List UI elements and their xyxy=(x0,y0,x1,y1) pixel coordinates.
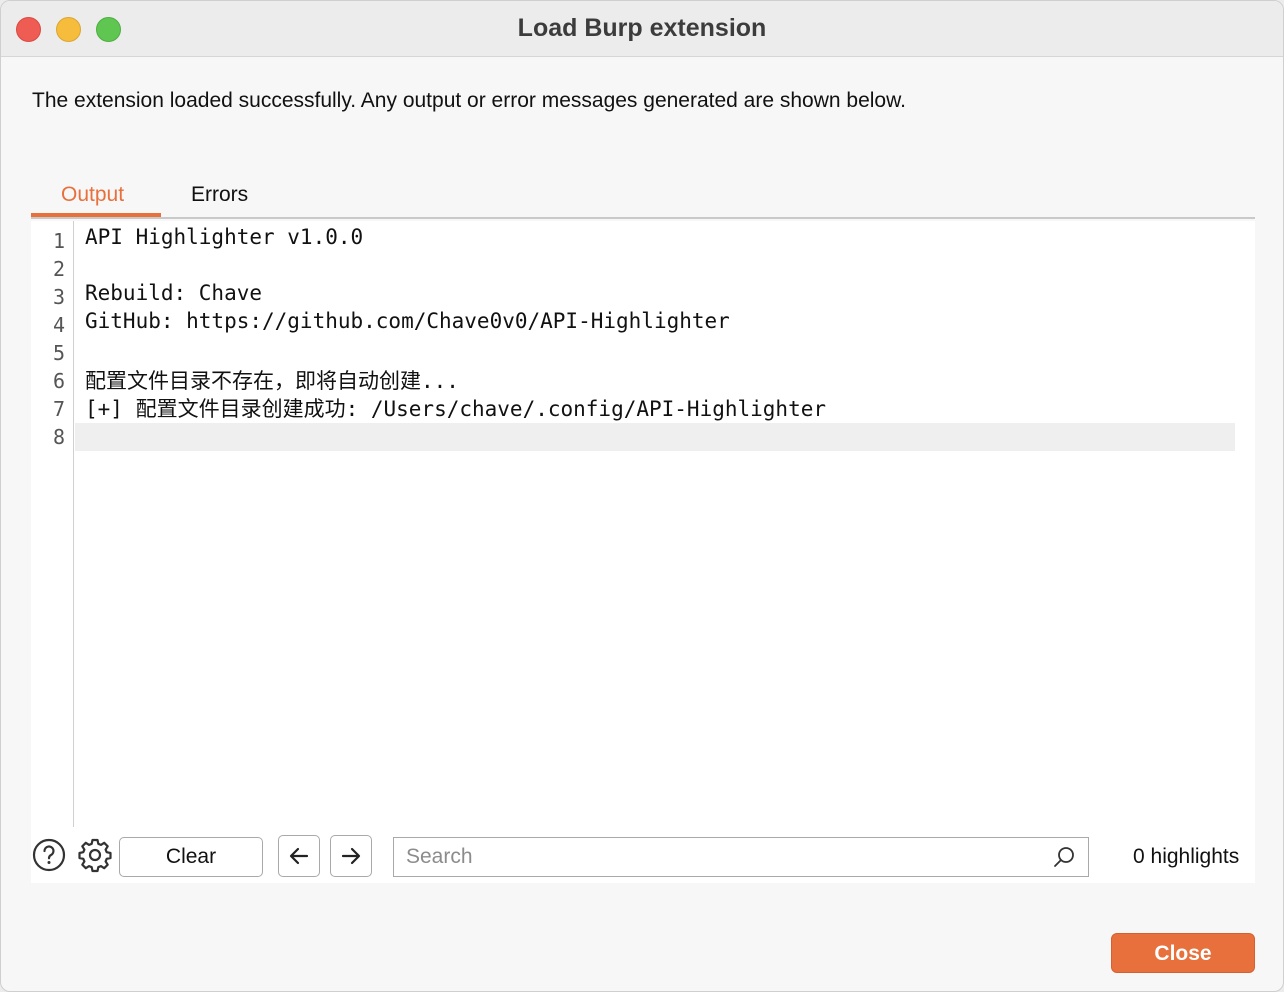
title-bar: Load Burp extension xyxy=(1,1,1283,57)
tab-bar: Output Errors xyxy=(31,177,1255,219)
line-number: 1 xyxy=(52,229,65,253)
line-number-gutter: 1 2 3 4 5 6 7 8 xyxy=(31,221,74,827)
active-tab-indicator xyxy=(31,213,161,217)
search-field[interactable] xyxy=(393,837,1089,877)
current-line-highlight xyxy=(75,423,1235,451)
next-match-button[interactable] xyxy=(330,835,372,877)
clear-button[interactable]: Clear xyxy=(119,837,263,877)
help-button[interactable] xyxy=(31,837,67,873)
arrow-left-icon xyxy=(289,847,309,865)
settings-button[interactable] xyxy=(77,837,113,873)
status-message: The extension loaded successfully. Any o… xyxy=(32,89,906,112)
line-number: 6 xyxy=(52,369,65,393)
tab-errors[interactable]: Errors xyxy=(191,183,248,207)
arrow-right-icon xyxy=(341,847,361,865)
line-number: 8 xyxy=(52,425,65,449)
output-line: [+] 配置文件目录创建成功: /Users/chave/.config/API… xyxy=(85,397,827,421)
gear-icon xyxy=(78,838,112,873)
search-input[interactable] xyxy=(406,844,1026,870)
question-circle-icon xyxy=(32,838,66,872)
close-button[interactable]: Close xyxy=(1111,933,1255,973)
dialog-window: Load Burp extension The extension loaded… xyxy=(0,0,1284,992)
line-number: 7 xyxy=(52,397,65,421)
window-title: Load Burp extension xyxy=(517,14,767,42)
line-number: 3 xyxy=(52,285,65,309)
search-toolbar: Clear 0 highlights xyxy=(31,827,1255,883)
highlights-count: 0 highlights xyxy=(1133,845,1240,868)
previous-match-button[interactable] xyxy=(278,835,320,877)
output-line: GitHub: https://github.com/Chave0v0/API-… xyxy=(85,309,730,333)
output-line: Rebuild: Chave xyxy=(85,281,263,305)
tab-output[interactable]: Output xyxy=(61,183,124,207)
output-line: API Highlighter v1.0.0 xyxy=(85,225,364,249)
line-number: 4 xyxy=(52,313,65,337)
search-icon xyxy=(1054,847,1074,867)
output-line: 配置文件目录不存在，即将自动创建... xyxy=(85,369,459,393)
line-number: 5 xyxy=(52,341,65,365)
line-number: 2 xyxy=(52,257,65,281)
output-text-area[interactable]: 1 2 3 4 5 6 7 8 API Highlighter v1.0.0 R… xyxy=(31,221,1255,827)
